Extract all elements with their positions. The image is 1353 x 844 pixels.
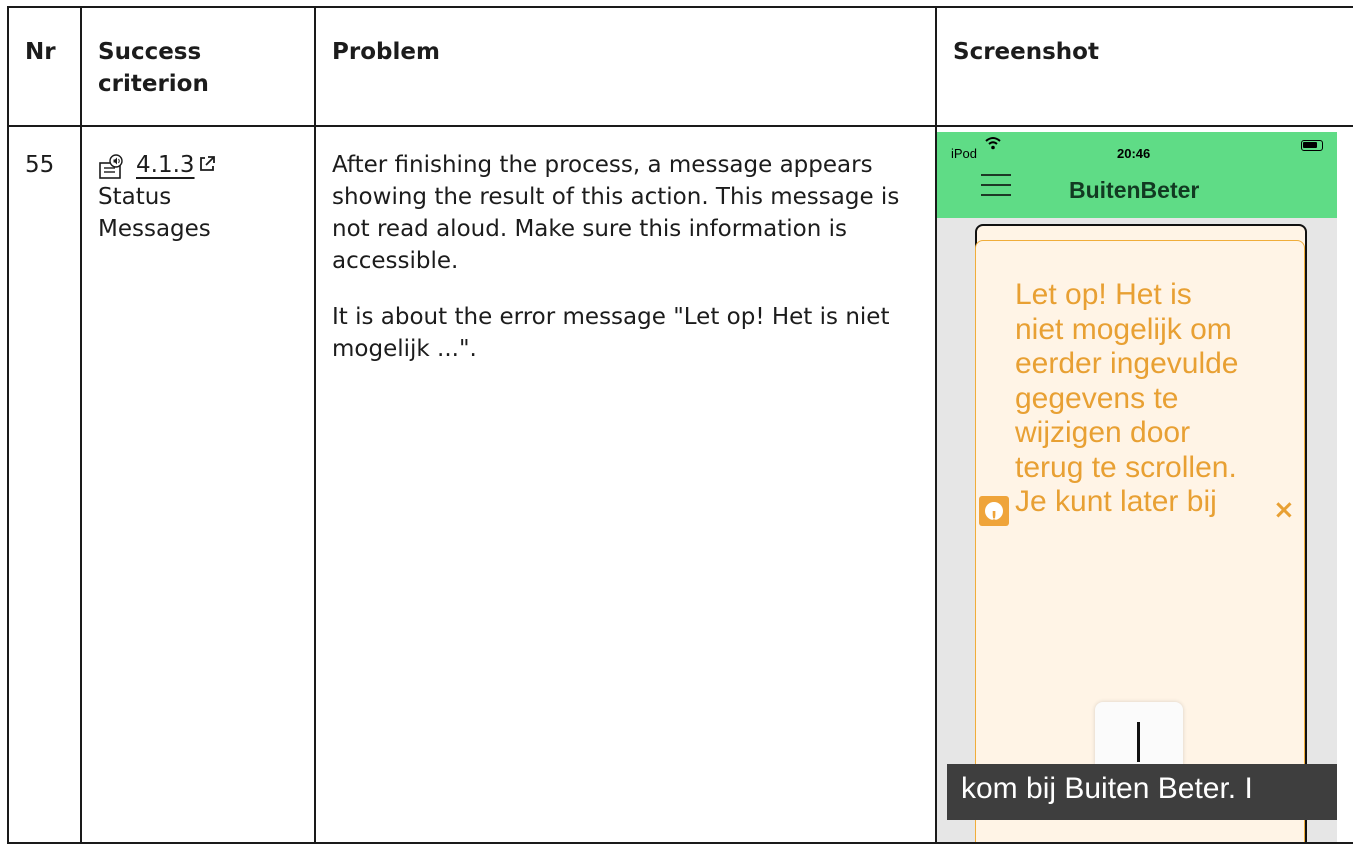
cell-nr: 55	[7, 125, 82, 844]
header-success-criterion-label: Success criterion	[98, 39, 209, 97]
header-success-criterion: Success criterion	[80, 6, 316, 127]
header-nr: Nr	[7, 6, 82, 127]
cell-problem: After finishing the process, a message a…	[314, 125, 937, 844]
header-screenshot: Screenshot	[935, 6, 1353, 127]
table-header-row: Nr Success criterion Problem Screenshot	[7, 6, 1353, 127]
ios-status-bar: iPod 20:46	[937, 132, 1337, 161]
header-screenshot-label: Screenshot	[953, 39, 1099, 65]
criterion-number: 4.1.3	[136, 152, 195, 178]
warning-icon: !	[979, 496, 1009, 526]
caption-text: kom bij Buiten Beter. I	[961, 772, 1253, 805]
app-title: BuitenBeter	[1069, 177, 1200, 203]
cell-screenshot: iPod 20:46 BuitenBeter Let op! Het is ni…	[935, 125, 1353, 844]
wifi-icon	[985, 137, 1001, 150]
table-row: 55 4.1.3 Status Messages After finishing…	[7, 125, 1353, 844]
header-nr-label: Nr	[25, 39, 56, 65]
criterion-link[interactable]: 4.1.3	[136, 149, 216, 181]
battery-icon	[1301, 140, 1323, 151]
close-icon[interactable]: ×	[1273, 494, 1295, 526]
criterion-name: Status Messages	[98, 184, 211, 242]
screen-reader-icon	[99, 154, 123, 179]
alert-message: Let op! Het is niet mogelijk om eerder i…	[1015, 278, 1239, 518]
header-problem-label: Problem	[332, 39, 440, 65]
problem-paragraph: After finishing the process, a message a…	[332, 152, 900, 274]
app-navbar: BuitenBeter	[937, 158, 1337, 218]
caption-panel: kom bij Buiten Beter. I	[947, 764, 1337, 820]
cell-success-criterion: 4.1.3 Status Messages	[80, 125, 316, 844]
audit-table: Nr Success criterion Problem Screenshot …	[7, 6, 1353, 844]
menu-icon[interactable]	[981, 174, 1011, 196]
header-problem: Problem	[314, 6, 937, 127]
screenshot-image: iPod 20:46 BuitenBeter Let op! Het is ni…	[937, 132, 1337, 842]
problem-paragraph: It is about the error message "Let op! H…	[332, 304, 890, 362]
external-link-icon	[199, 156, 215, 171]
row-number: 55	[25, 152, 55, 178]
